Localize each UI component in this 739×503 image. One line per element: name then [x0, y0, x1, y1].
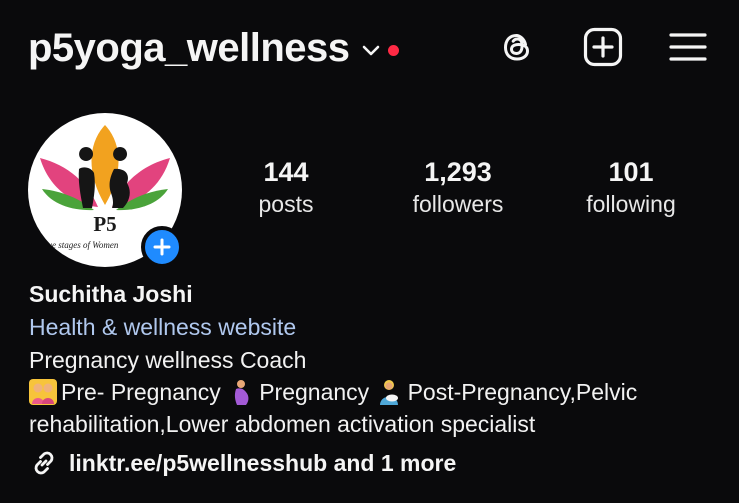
posts-stat[interactable]: 144 posts	[236, 155, 336, 219]
chevron-down-icon	[362, 45, 379, 56]
bio-pregnancy: Pregnancy	[259, 379, 370, 405]
notification-dot	[387, 44, 399, 56]
bio-link[interactable]: linktr.ee/p5wellnesshub and 1 more	[29, 448, 729, 478]
avatar-container: P5 Five stages of Women	[28, 113, 183, 268]
bio-line-3: rehabilitation,Lower abdomen activation …	[29, 411, 536, 437]
plus-icon	[153, 238, 171, 256]
bio-post-pregnancy: Post-Pregnancy,Pelvic	[407, 379, 638, 405]
logo-subtext: Five stages of Women	[40, 240, 119, 250]
link-text: linktr.ee/p5wellnesshub and 1 more	[69, 450, 457, 476]
create-icon[interactable]	[583, 27, 623, 67]
bio-section: Suchitha Joshi Health & wellness website…	[29, 278, 729, 478]
add-story-button[interactable]	[141, 226, 183, 268]
bio-pre-pregnancy: Pre- Pregnancy	[61, 379, 221, 405]
category-label[interactable]: Health & wellness website	[29, 310, 729, 344]
following-count: 101	[608, 157, 654, 187]
following-label: following	[586, 191, 676, 217]
menu-icon[interactable]	[668, 27, 708, 67]
posts-label: posts	[258, 191, 314, 217]
couple-emoji-icon	[29, 379, 57, 405]
username: p5yoga_wellness	[28, 26, 350, 70]
display-name: Suchitha Joshi	[29, 281, 193, 307]
following-stat[interactable]: 101 following	[570, 155, 692, 219]
link-icon	[34, 451, 54, 475]
posts-count: 144	[263, 157, 309, 187]
woman-feeding-baby-emoji-icon	[379, 380, 398, 405]
account-switcher[interactable]: p5yoga_wellness	[28, 24, 399, 72]
bio-line-1: Pregnancy wellness Coach	[29, 347, 307, 373]
bio-line-2: Pre- Pregnancy Pregnancy Post-Pregnancy,…	[29, 376, 729, 408]
pregnant-woman-emoji-icon	[235, 380, 249, 405]
followers-label: followers	[412, 191, 504, 217]
followers-stat[interactable]: 1,293 followers	[398, 155, 518, 219]
top-bar: p5yoga_wellness	[0, 0, 739, 100]
followers-count: 1,293	[424, 157, 492, 187]
threads-icon[interactable]	[497, 27, 537, 67]
